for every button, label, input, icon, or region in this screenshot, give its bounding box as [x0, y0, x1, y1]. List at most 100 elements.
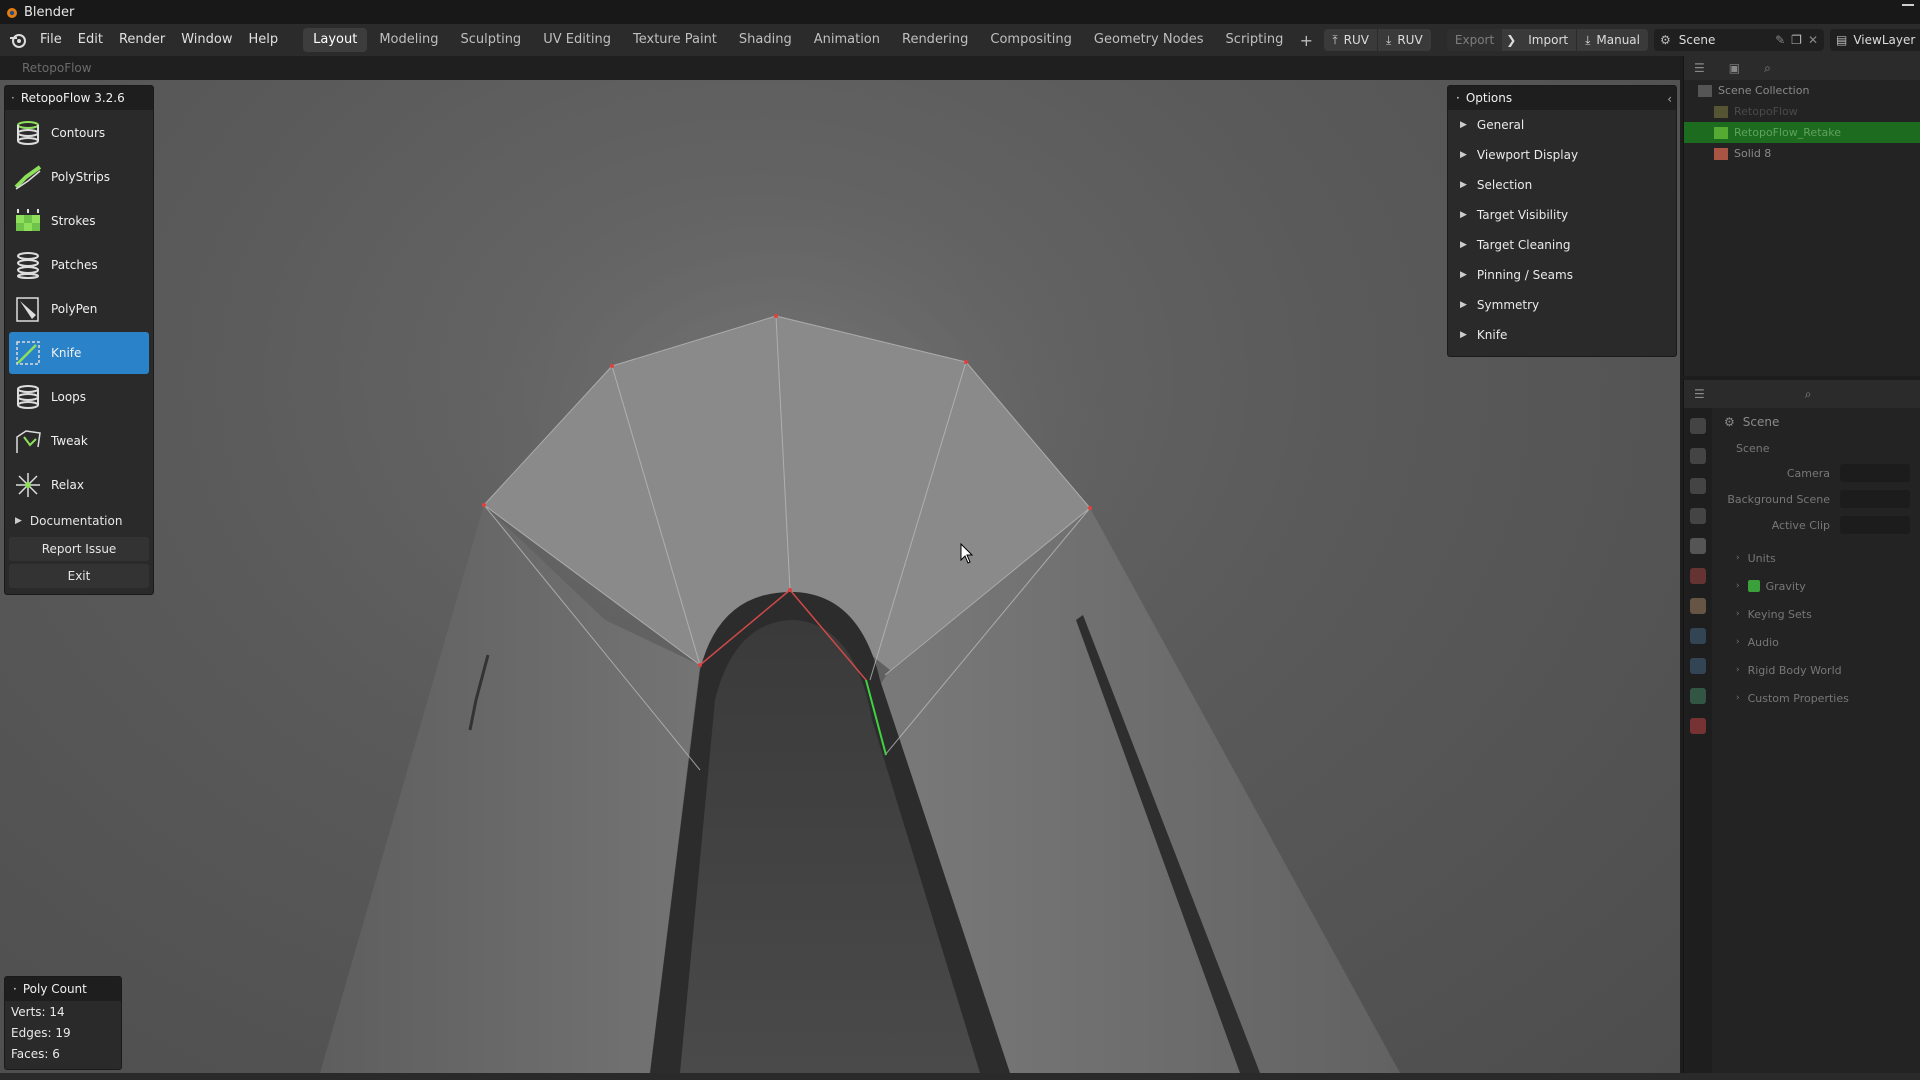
tab-sculpting[interactable]: Sculpting: [450, 28, 531, 52]
section-keying-sets[interactable]: › Keying Sets: [1716, 600, 1920, 628]
retopoflow-header[interactable]: · RetopoFlow 3.2.6: [5, 86, 153, 110]
outliner-type-icon[interactable]: ☰: [1694, 61, 1705, 75]
physics-tab-icon[interactable]: [1690, 658, 1706, 674]
tool-polystrips[interactable]: PolyStrips: [9, 156, 149, 198]
scene-tab-icon[interactable]: [1690, 538, 1706, 554]
tool-label: PolyPen: [51, 302, 98, 316]
ruv-group: ⤒ RUV ⤓ RUV: [1324, 29, 1432, 51]
scene-selector[interactable]: ⚙ Scene ✎ ❐ ✕: [1654, 29, 1824, 51]
tab-animation[interactable]: Animation: [804, 28, 890, 52]
poly-count-header[interactable]: · Poly Count: [5, 977, 121, 1001]
tab-geometry-nodes[interactable]: Geometry Nodes: [1084, 28, 1214, 52]
menu-file[interactable]: File: [32, 24, 70, 56]
ruv-import-button[interactable]: ⤓ RUV: [1378, 29, 1432, 51]
gravity-checkbox[interactable]: [1747, 580, 1760, 592]
section-gravity[interactable]: › Gravity: [1716, 572, 1920, 600]
collapse-icon[interactable]: ·: [1456, 91, 1460, 105]
view-layer-tab-icon[interactable]: [1690, 508, 1706, 524]
texture-tab-icon[interactable]: [1690, 718, 1706, 734]
editor-type-icon[interactable]: ☰: [1694, 387, 1705, 401]
3d-viewport[interactable]: [0, 80, 1680, 1073]
minimize-icon[interactable]: [1902, 4, 1914, 6]
section-custom-properties[interactable]: › Custom Properties: [1716, 684, 1920, 712]
viewport-header: RetopoFlow: [0, 56, 1680, 80]
tab-scripting[interactable]: Scripting: [1216, 28, 1294, 52]
filter-icon[interactable]: ▣: [1729, 61, 1740, 75]
camera-field: Camera: [1716, 460, 1920, 486]
close-icon[interactable]: ✕: [1808, 33, 1818, 47]
active-clip-picker[interactable]: [1840, 516, 1910, 534]
import-button[interactable]: Import: [1520, 29, 1577, 51]
export-button[interactable]: Export: [1446, 29, 1503, 51]
chevron-right-icon: ❯: [1502, 29, 1521, 51]
properties-sub[interactable]: Scene: [1716, 436, 1920, 460]
chevron-right-icon: ›: [1736, 693, 1740, 703]
camera-picker[interactable]: [1840, 464, 1910, 482]
option-viewport-display[interactable]: ▶ Viewport Display: [1448, 140, 1676, 170]
world-tab-icon[interactable]: [1690, 568, 1706, 584]
view-layer-selector[interactable]: ▤ ViewLayer: [1830, 29, 1920, 51]
section-units[interactable]: › Units: [1716, 544, 1920, 572]
blender-menu-icon[interactable]: [8, 30, 28, 50]
background-scene-label: Background Scene: [1727, 492, 1830, 506]
menu-help[interactable]: Help: [241, 24, 287, 56]
tool-relax[interactable]: Relax: [9, 464, 149, 506]
ruv-export-button[interactable]: ⤒ RUV: [1324, 29, 1379, 51]
tab-layout[interactable]: Layout: [303, 28, 368, 52]
output-tab-icon[interactable]: [1690, 478, 1706, 494]
section-audio[interactable]: › Audio: [1716, 628, 1920, 656]
menu-edit[interactable]: Edit: [70, 24, 111, 56]
chevron-left-icon[interactable]: ‹: [1667, 92, 1672, 106]
workspace-tabs: Layout Modeling Sculpting UV Editing Tex…: [302, 28, 1294, 52]
options-header[interactable]: · Options: [1448, 86, 1676, 110]
option-target-cleaning[interactable]: ▶ Target Cleaning: [1448, 230, 1676, 260]
tab-shading[interactable]: Shading: [729, 28, 802, 52]
properties-content: ⚙ Scene Scene Camera Background Scene Act…: [1716, 408, 1920, 1073]
collapse-icon[interactable]: ·: [13, 982, 17, 996]
tab-modeling[interactable]: Modeling: [369, 28, 448, 52]
menu-window[interactable]: Window: [173, 24, 240, 56]
option-target-visibility[interactable]: ▶ Target Visibility: [1448, 200, 1676, 230]
search-icon[interactable]: ⌕: [1764, 61, 1771, 76]
tool-tab-icon[interactable]: [1690, 418, 1706, 434]
report-issue-button[interactable]: Report Issue: [9, 537, 149, 561]
tool-patches[interactable]: Patches: [9, 244, 149, 286]
pin-icon[interactable]: ✎: [1775, 33, 1785, 47]
render-tab-icon[interactable]: [1690, 448, 1706, 464]
menu-render[interactable]: Render: [111, 24, 173, 56]
documentation-label: Documentation: [29, 514, 123, 528]
documentation-toggle[interactable]: ▶ Documentation: [5, 508, 153, 534]
download-icon: ⤓: [1386, 33, 1392, 47]
tab-texture-paint[interactable]: Texture Paint: [623, 28, 727, 52]
exit-button[interactable]: Exit: [9, 564, 149, 588]
tab-uv-editing[interactable]: UV Editing: [533, 28, 621, 52]
option-selection[interactable]: ▶ Selection: [1448, 170, 1676, 200]
manual-button[interactable]: ⤓ Manual: [1577, 29, 1648, 51]
tab-rendering[interactable]: Rendering: [892, 28, 978, 52]
outliner-label: RetopoFlow_Retake: [1734, 126, 1841, 139]
tool-contours[interactable]: Contours: [9, 112, 149, 154]
option-knife[interactable]: ▶ Knife: [1448, 320, 1676, 350]
outliner-item-scene-collection[interactable]: Scene Collection: [1684, 80, 1920, 101]
collapse-icon[interactable]: ·: [11, 91, 15, 105]
tool-strokes[interactable]: Strokes: [9, 200, 149, 242]
outliner-item-retopoflow[interactable]: RetopoFlow: [1684, 101, 1920, 122]
option-general[interactable]: ▶ General: [1448, 110, 1676, 140]
tool-loops[interactable]: Loops: [9, 376, 149, 418]
outliner-item-solid-8[interactable]: Solid 8: [1684, 143, 1920, 164]
outliner-item-retopoflow-retake[interactable]: RetopoFlow_Retake: [1684, 122, 1920, 143]
option-symmetry[interactable]: ▶ Symmetry: [1448, 290, 1676, 320]
tool-tweak[interactable]: Tweak: [9, 420, 149, 462]
add-workspace-icon[interactable]: +: [1294, 31, 1318, 50]
option-pinning-seams[interactable]: ▶ Pinning / Seams: [1448, 260, 1676, 290]
search-icon[interactable]: ⌕: [1805, 387, 1812, 402]
tool-polypen[interactable]: PolyPen: [9, 288, 149, 330]
constraints-tab-icon[interactable]: [1690, 688, 1706, 704]
background-scene-picker[interactable]: [1840, 490, 1910, 508]
modifier-tab-icon[interactable]: [1690, 628, 1706, 644]
copy-icon[interactable]: ❐: [1791, 33, 1802, 47]
object-tab-icon[interactable]: [1690, 598, 1706, 614]
tab-compositing[interactable]: Compositing: [980, 28, 1082, 52]
section-rigid-body-world[interactable]: › Rigid Body World: [1716, 656, 1920, 684]
tool-knife[interactable]: Knife: [9, 332, 149, 374]
